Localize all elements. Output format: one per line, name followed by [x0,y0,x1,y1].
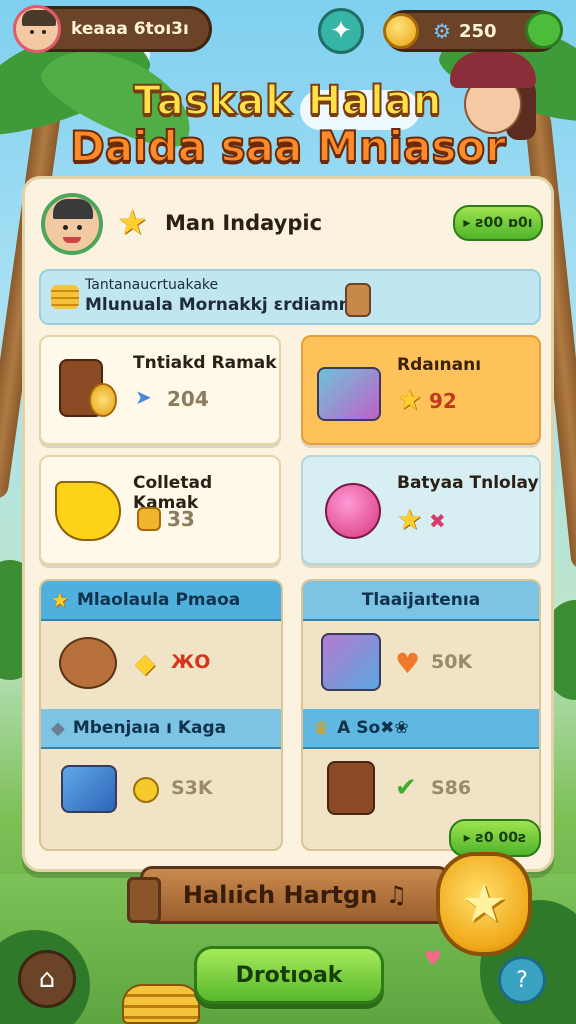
coin-stack-icon [122,984,200,1024]
stat-card-label: Batyaa Tnlolay [397,473,539,493]
section-header: Tlaaijaıtenıa [303,581,539,621]
banner-line-1: Tantanaucrtuakake [85,277,219,293]
star-badge-icon[interactable]: ★ [436,852,532,956]
main-panel: ★ Man Indaypic ▸ ƨ00 ɒ0ı Tantanaucrtuaka… [22,176,554,872]
player-name: keaaa 6toı3ı [71,19,189,39]
gear-icon: ⚙ [433,19,451,43]
trophy-icon: ♛ [313,717,330,739]
main-action-button[interactable]: Drotıoak [194,946,384,1004]
player-profile-chip[interactable]: keaaa 6toı3ı [13,5,212,53]
help-icon[interactable]: ? [498,956,546,1004]
star-icon[interactable]: ✦ [318,8,364,54]
stat-card-value: 33 [167,507,195,531]
stat-card[interactable]: Batyaa Tnlolay ★ ✖ [301,455,541,565]
bear-icon [59,637,117,689]
checkmark-icon: ✔ [395,773,417,803]
banner-line-2: Mlunuala Mornakkj ɛrdiamnn [85,295,363,315]
section-subtitle: A So✖❀ [337,718,409,738]
chameleon-icon [55,481,121,541]
mascot-character [450,52,536,152]
robot-box-icon [61,765,117,813]
stat-card[interactable]: Colletad Kamak 33 [39,455,281,565]
star-icon: ★ [397,383,423,416]
section-title: Tlaaijaıtenıa [361,590,481,610]
profile-avatar[interactable] [41,193,103,255]
section-header: ★ Mlaolaula Pmaoa [41,581,281,621]
heart-icon: ♥ [424,946,442,970]
stat-card-value: 92 [429,389,457,413]
reward-section-right: Tlaaijaıtenıa ♥ 50K ♛ A So✖❀ ✔ S86 [301,579,541,851]
stat-card-label: Rdaınanı [397,355,482,375]
sign-text: Halıich Hartgn ♫ [182,881,408,909]
stat-card[interactable]: Tntiakd Ramak ➤ 204 [39,335,281,445]
gem-icon: ◆ [135,649,155,679]
stat-card-label: Tntiakd Ramak [133,353,277,373]
treasure-chest-icon [317,367,381,421]
jar-icon [345,283,371,317]
home-arrow-icon[interactable]: ⌂ [18,950,76,1008]
section-row-value: 50K [431,651,473,673]
wallet-icon [327,761,375,815]
profile-name: Man Indaypic [165,211,323,235]
currency-value: 250 [458,20,497,42]
candy-orb-icon [325,483,381,539]
section-row-value: ЖO [171,651,211,673]
currency-chip[interactable]: ⚙ 250 [383,10,563,52]
coins-icon [51,285,79,309]
player-avatar[interactable] [13,5,61,53]
info-banner: Tantanaucrtuakake Mlunuala Mornakkj ɛrdi… [39,269,541,325]
stat-card-highlighted[interactable]: Rdaınanı ★ 92 [301,335,541,445]
section-subheader: ♛ A So✖❀ [303,709,539,749]
diamond-icon: ◆ [51,717,65,739]
reward-pill-button[interactable]: ▸ ƨ00 ɒ0ı [453,205,543,241]
section-subheader: ◆ Mbenjaıa ı Kaga [41,709,281,749]
stat-card-value: 204 [167,387,209,411]
section-row-value: S3K [171,777,213,799]
gold-coin-icon [89,383,117,417]
heart-icon: ♥ [395,647,421,680]
star-icon: ★ [397,503,423,536]
banana-icon [133,777,159,803]
section-subtitle: Mbenjaıa ı Kaga [72,718,227,738]
star-icon: ★ [117,203,148,243]
reward-section-left: ★ Mlaolaula Pmaoa ◆ ЖO ◆ Mbenjaıa ı Kaga… [39,579,283,851]
sword-icon: ➤ [135,385,152,409]
sign-end [127,877,161,923]
add-currency-button[interactable] [525,11,563,49]
gold-coin-icon [383,13,419,49]
star-icon: ★ [51,588,69,612]
wooden-sign: Halıich Hartgn ♫ [127,866,450,924]
gold-coin-icon [137,507,161,531]
safe-box-icon [321,633,381,691]
section-title: Mlaolaula Pmaoa [76,590,241,610]
stat-card-value: ✖ [429,509,446,533]
section-row-value: S86 [431,777,472,799]
